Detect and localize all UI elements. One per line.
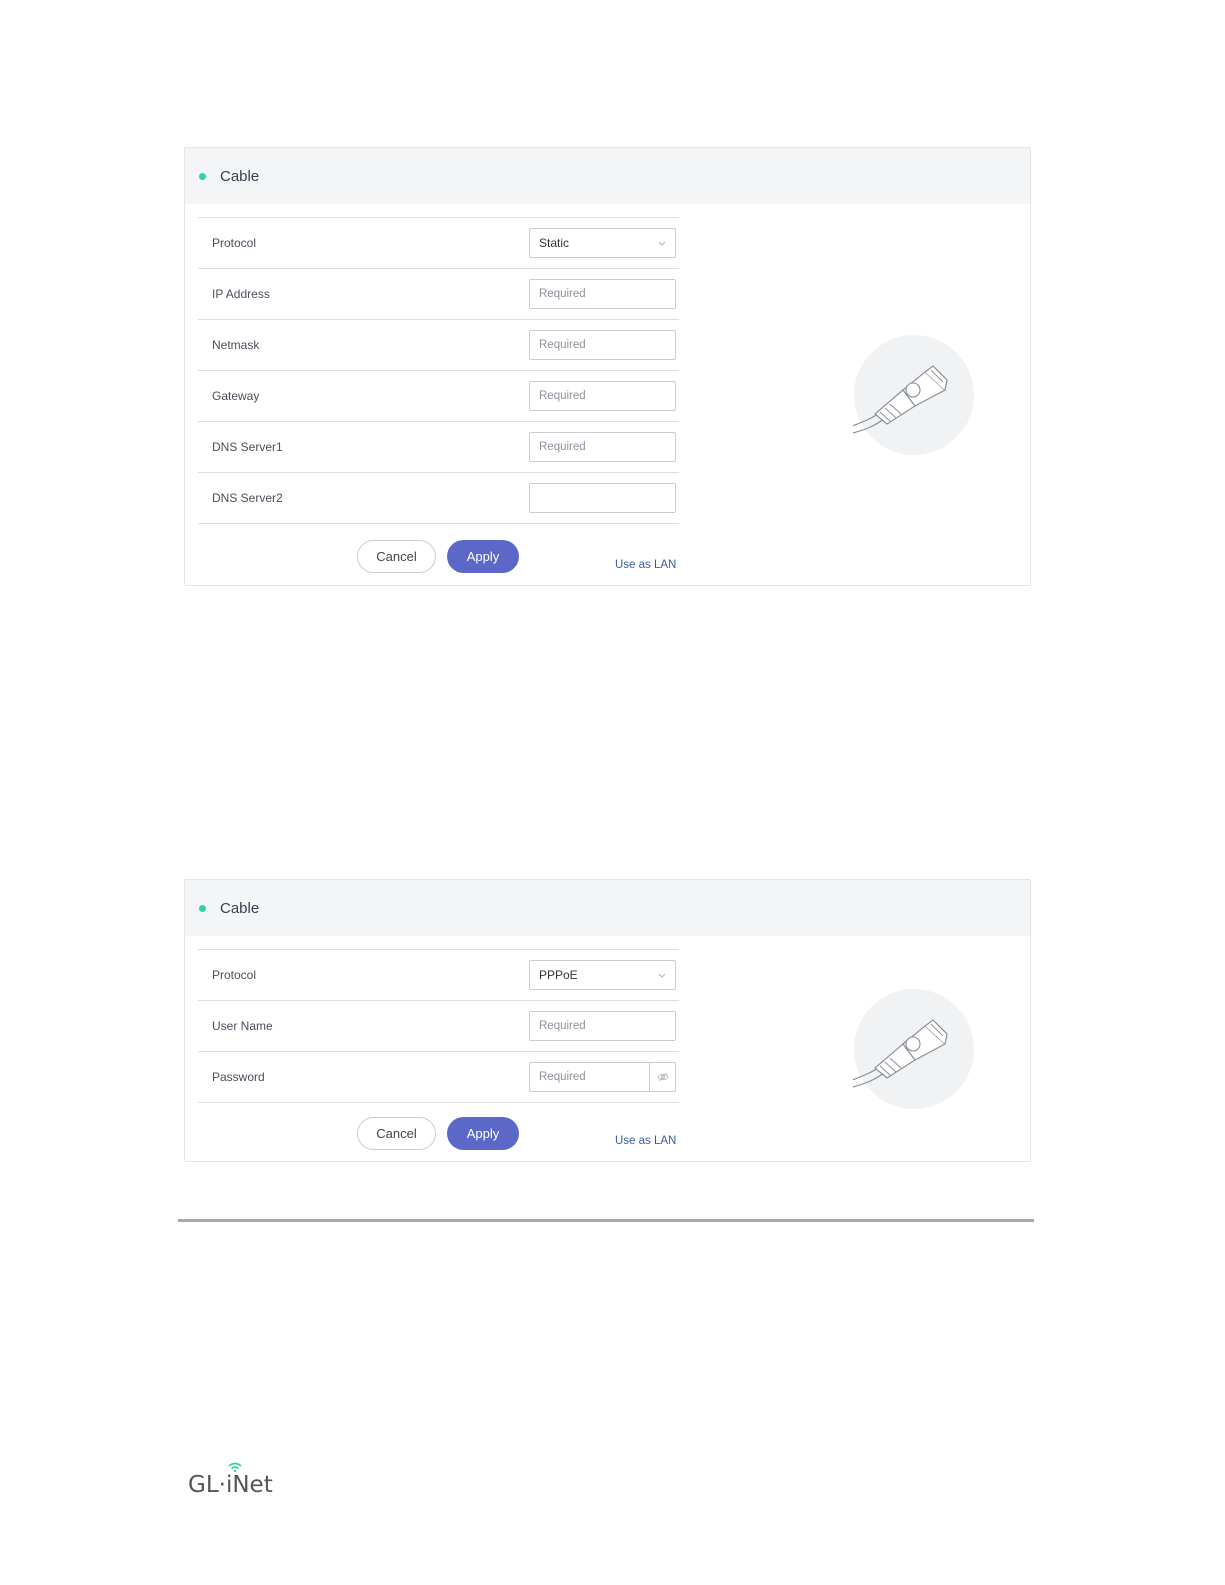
dns-server2-label: DNS Server2	[212, 491, 283, 505]
password-label: Password	[212, 1070, 265, 1084]
dns-server1-field-box	[529, 432, 676, 462]
cancel-button[interactable]: Cancel	[357, 540, 436, 573]
gateway-label: Gateway	[212, 389, 260, 403]
panel-header: Cable	[185, 880, 1030, 936]
settings-form: Protocol Static IP Address Netmask Gatew…	[198, 217, 679, 524]
gateway-field-box	[529, 381, 676, 411]
gateway-input[interactable]	[539, 390, 675, 402]
ip-address-input[interactable]	[539, 288, 675, 300]
dns-server2-field-box	[529, 483, 676, 513]
panel-header: Cable	[185, 148, 1030, 204]
chevron-down-icon	[658, 973, 666, 978]
protocol-select[interactable]: Static	[529, 228, 676, 258]
form-row-protocol: Protocol PPPoE	[198, 949, 679, 1000]
logo-text: GL·iNet	[188, 1472, 273, 1498]
panel-title: Cable	[220, 167, 260, 185]
protocol-select-value: PPPoE	[539, 968, 578, 982]
protocol-label: Protocol	[212, 968, 257, 982]
chevron-down-icon	[658, 241, 666, 246]
dns-server2-input[interactable]	[539, 492, 675, 504]
use-as-lan-link[interactable]: Use as LAN	[615, 559, 676, 571]
page-divider	[178, 1219, 1034, 1222]
netmask-field-box	[529, 330, 676, 360]
status-dot	[199, 904, 206, 912]
form-row-user-name: User Name	[198, 1000, 679, 1051]
form-row-protocol: Protocol Static	[198, 217, 679, 268]
ip-address-label: IP Address	[212, 287, 270, 301]
form-row-password: Password	[198, 1051, 679, 1103]
form-row-dns-server2: DNS Server2	[198, 472, 679, 524]
dns-server1-label: DNS Server1	[212, 440, 283, 454]
status-dot	[199, 172, 206, 180]
password-field-box	[529, 1062, 676, 1092]
apply-button[interactable]: Apply	[447, 1117, 519, 1150]
form-row-dns-server1: DNS Server1	[198, 421, 679, 472]
cancel-button[interactable]: Cancel	[357, 1117, 436, 1150]
protocol-label: Protocol	[212, 236, 257, 250]
wifi-icon	[228, 1462, 242, 1472]
ethernet-cable-icon	[853, 335, 974, 455]
protocol-select[interactable]: PPPoE	[529, 960, 676, 990]
action-buttons: Cancel Apply	[357, 1117, 519, 1150]
eye-icon	[656, 1072, 669, 1082]
gl-inet-logo: GL·iNet	[188, 1462, 273, 1498]
action-buttons: Cancel Apply	[357, 540, 519, 573]
user-name-field-box	[529, 1011, 676, 1041]
form-row-gateway: Gateway	[198, 370, 679, 421]
panel-title: Cable	[220, 899, 260, 917]
dns-server1-input[interactable]	[539, 441, 675, 453]
form-row-ip-address: IP Address	[198, 268, 679, 319]
ip-address-field-box	[529, 279, 676, 309]
netmask-input[interactable]	[539, 339, 675, 351]
protocol-select-value: Static	[539, 236, 570, 250]
password-input[interactable]	[539, 1071, 644, 1083]
toggle-password-visibility[interactable]	[649, 1063, 675, 1091]
form-row-netmask: Netmask	[198, 319, 679, 370]
user-name-label: User Name	[212, 1019, 273, 1033]
cable-panel-static: Cable Protocol Static IP Address Netmask…	[184, 147, 1031, 586]
netmask-label: Netmask	[212, 338, 260, 352]
user-name-input[interactable]	[539, 1020, 675, 1032]
ethernet-cable-icon	[853, 989, 974, 1109]
use-as-lan-link[interactable]: Use as LAN	[615, 1135, 676, 1147]
cable-panel-pppoe: Cable Protocol PPPoE User Name Password	[184, 879, 1031, 1162]
settings-form: Protocol PPPoE User Name Password	[198, 949, 679, 1103]
apply-button[interactable]: Apply	[447, 540, 519, 573]
